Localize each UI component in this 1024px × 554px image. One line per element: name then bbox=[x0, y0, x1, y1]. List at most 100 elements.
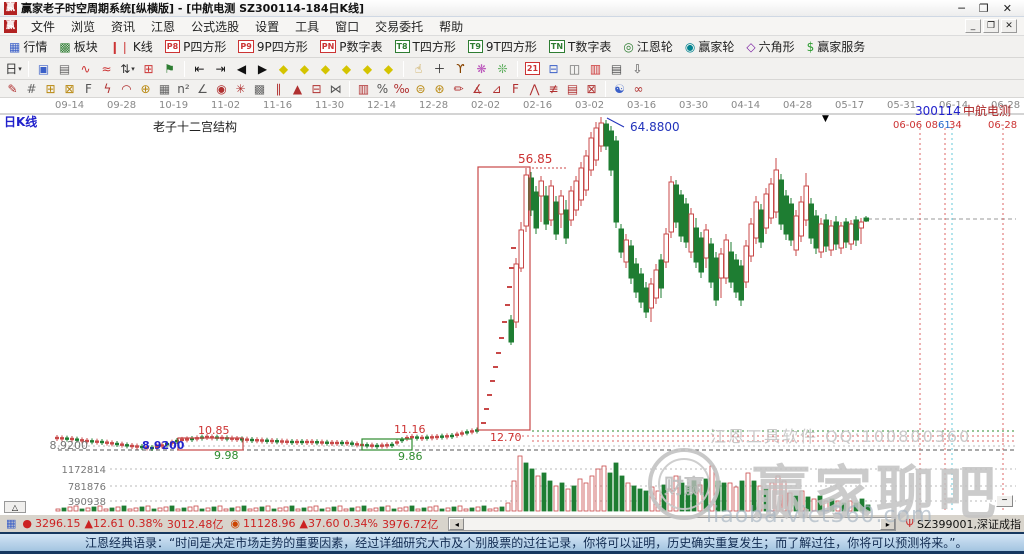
menu-2[interactable]: 浏览 bbox=[63, 17, 103, 36]
next-page-icon[interactable]: ▶ bbox=[252, 59, 273, 78]
hand-tool-icon[interactable]: ☝ bbox=[408, 59, 429, 78]
panel-grid-icon[interactable]: ▤ bbox=[563, 81, 582, 96]
menu-7[interactable]: 工具 bbox=[287, 17, 327, 36]
angle-tool-icon[interactable]: ∠ bbox=[193, 81, 212, 96]
scroll-left-button[interactable]: ◂ bbox=[449, 517, 465, 530]
close-button[interactable]: ✕ bbox=[1003, 1, 1012, 16]
child-restore-button[interactable]: ❐ bbox=[983, 19, 999, 33]
not-equal-lines-icon[interactable]: ≢ bbox=[544, 81, 563, 96]
minimize-button[interactable]: ─ bbox=[958, 1, 965, 16]
p-number-table-button[interactable]: PN P数字表 bbox=[314, 36, 389, 57]
fib-levels-icon[interactable]: F bbox=[79, 81, 98, 96]
crosshair-tool-icon[interactable]: ＋ bbox=[429, 59, 450, 78]
gann-wheel-button[interactable]: ◎ 江恩轮 bbox=[617, 36, 679, 57]
target-tool-icon[interactable]: ◉ bbox=[212, 81, 231, 96]
gold-ring2-icon[interactable]: ⊛ bbox=[430, 81, 449, 96]
menu-3[interactable]: 资讯 bbox=[103, 17, 143, 36]
n-square-icon[interactable]: n² bbox=[174, 81, 193, 96]
quotes-button[interactable]: ▦ 行情 bbox=[3, 36, 53, 57]
save-view-icon[interactable]: ◫ bbox=[564, 59, 585, 78]
menu-9[interactable]: 交易委托 bbox=[367, 17, 431, 36]
period-day-icon[interactable]: 日 ▾ bbox=[3, 59, 24, 78]
lightning-line-icon: ϟ bbox=[103, 81, 112, 96]
export-data-icon[interactable]: ⇩ bbox=[627, 59, 648, 78]
winner-wheel-button[interactable]: ◉ 赢家轮 bbox=[679, 36, 741, 57]
wheel-tool-icon[interactable]: ❋ bbox=[471, 59, 492, 78]
watermark-brand: 赢家聊吧 bbox=[752, 459, 1001, 527]
gann-square-gold-icon[interactable]: ⊠ bbox=[60, 81, 79, 96]
hatch-grid-icon[interactable]: # bbox=[22, 81, 41, 96]
first-page-icon[interactable]: ⇤ bbox=[189, 59, 210, 78]
calendar-icon[interactable]: 21 bbox=[522, 59, 543, 78]
infinity-icon[interactable]: ∞ bbox=[629, 81, 648, 96]
pen2-icon[interactable]: ✏ bbox=[449, 81, 468, 96]
menu-4[interactable]: 江恩 bbox=[143, 17, 183, 36]
zoom-diamond-1-icon[interactable]: ◆ bbox=[273, 59, 294, 78]
color-flag-icon[interactable]: ⚑ bbox=[159, 59, 180, 78]
menu-1[interactable]: 文件 bbox=[23, 17, 63, 36]
fib-red-icon[interactable]: F bbox=[506, 81, 525, 96]
quote-list-icon[interactable]: ▤ bbox=[54, 59, 75, 78]
chart-pane[interactable]: 09-14 09-28 10-19 11-02 11-16 11-30 12-14 12-28… bbox=[0, 98, 1024, 527]
menu-10[interactable]: 帮助 bbox=[431, 17, 471, 36]
speed-line-icon[interactable]: ⋀ bbox=[525, 81, 544, 96]
calculator-icon[interactable]: ⊟ bbox=[543, 59, 564, 78]
calendar-icon: 21 bbox=[524, 62, 541, 75]
trend-polyline-icon[interactable]: ∿ bbox=[75, 59, 96, 78]
sectors-button[interactable]: ▩ 板块 bbox=[53, 36, 103, 57]
maximize-button[interactable]: ❐ bbox=[979, 1, 989, 16]
p9-square-button[interactable]: P9 9P四方形 bbox=[232, 36, 313, 57]
circle-cross-icon[interactable]: ⊕ bbox=[136, 81, 155, 96]
gold-ring-icon[interactable]: ⊜ bbox=[411, 81, 430, 96]
trend-polyline2-icon[interactable]: ≈ bbox=[96, 59, 117, 78]
box-cross-icon[interactable]: ⊠ bbox=[582, 81, 601, 96]
lightning-line-icon[interactable]: ϟ bbox=[98, 81, 117, 96]
grid-lines-icon[interactable]: ▦ bbox=[155, 81, 174, 96]
winner-service-button[interactable]: $ 赢家服务 bbox=[801, 36, 872, 57]
menu-5[interactable]: 公式选股 bbox=[183, 17, 247, 36]
t-square-button[interactable]: T8 T四方形 bbox=[389, 36, 462, 57]
p-square-button[interactable]: P8 P四方形 bbox=[159, 36, 233, 57]
zoom-diamond-6-icon[interactable]: ◆ bbox=[378, 59, 399, 78]
menu-6[interactable]: 设置 bbox=[247, 17, 287, 36]
gann-box-gold-icon[interactable]: ⊞ bbox=[41, 81, 60, 96]
tower-mark-icon[interactable]: ▲ bbox=[288, 81, 307, 96]
volume-expand-button[interactable]: △ bbox=[4, 501, 26, 513]
web-tool-icon[interactable]: ❊ bbox=[492, 59, 513, 78]
t-number-table-button[interactable]: TN T数字表 bbox=[543, 36, 618, 57]
angle-measure-icon[interactable]: ∡ bbox=[468, 81, 487, 96]
kline-frame-icon[interactable]: ⊞ bbox=[138, 59, 159, 78]
save-red-icon[interactable]: ▥ bbox=[585, 59, 606, 78]
kline-button[interactable]: ❙❘ K线 bbox=[104, 36, 159, 57]
hexagon-button[interactable]: ◇ 六角形 bbox=[740, 36, 800, 57]
hist-bars-icon[interactable]: ▥ bbox=[354, 81, 373, 96]
zoom-diamond-4-icon[interactable]: ◆ bbox=[336, 59, 357, 78]
volume-collapse-button[interactable]: − bbox=[996, 495, 1013, 507]
child-minimize-button[interactable]: _ bbox=[965, 19, 981, 33]
range-box-icon[interactable]: ⊟ bbox=[307, 81, 326, 96]
chart-window-icon[interactable]: ▣ bbox=[33, 59, 54, 78]
measure-tool-icon[interactable]: ϒ bbox=[450, 59, 471, 78]
yinyang-icon[interactable]: ☯ bbox=[610, 81, 629, 96]
starburst-icon[interactable]: ✳ bbox=[231, 81, 250, 96]
kline-mark-icon[interactable]: ∥ bbox=[269, 81, 288, 96]
t9-square-button[interactable]: T9 9T四方形 bbox=[462, 36, 543, 57]
percent-lines-icon: ‰ bbox=[393, 81, 410, 96]
percent-lines-icon[interactable]: ‰ bbox=[392, 81, 411, 96]
prev-page-icon[interactable]: ◀ bbox=[231, 59, 252, 78]
zoom-diamond-2-icon[interactable]: ◆ bbox=[294, 59, 315, 78]
print-save-icon[interactable]: ▤ bbox=[606, 59, 627, 78]
quote-grid-icon[interactable]: ▦ bbox=[6, 517, 16, 530]
image-grid-icon[interactable]: ▩ bbox=[250, 81, 269, 96]
percent-tool-icon[interactable]: % bbox=[373, 81, 392, 96]
pen-icon[interactable]: ✎ bbox=[3, 81, 22, 96]
candle-style-icon[interactable]: ⇅ ▾ bbox=[117, 59, 138, 78]
menu-8[interactable]: 窗口 bbox=[327, 17, 367, 36]
zoom-diamond-5-icon[interactable]: ◆ bbox=[357, 59, 378, 78]
link-lines-icon[interactable]: ⋈ bbox=[326, 81, 345, 96]
child-close-button[interactable]: ✕ bbox=[1001, 19, 1017, 33]
wedge-tool-icon[interactable]: ⊿ bbox=[487, 81, 506, 96]
last-page-icon[interactable]: ⇥ bbox=[210, 59, 231, 78]
zoom-diamond-3-icon[interactable]: ◆ bbox=[315, 59, 336, 78]
arc-tool-icon[interactable]: ◠ bbox=[117, 81, 136, 96]
